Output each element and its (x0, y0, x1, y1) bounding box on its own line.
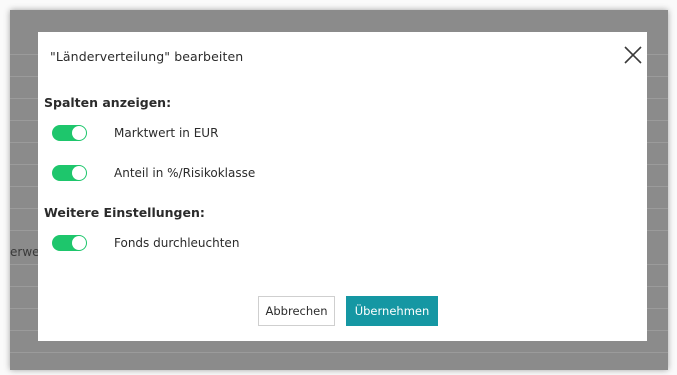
close-icon[interactable] (622, 44, 644, 66)
toggle-knob (72, 236, 86, 250)
edit-dialog: "Länderverteilung" bearbeiten Spalten an… (38, 32, 647, 341)
fonds-label: Fonds durchleuchten (114, 236, 240, 250)
marktwert-toggle[interactable] (52, 125, 87, 141)
apply-button[interactable]: Übernehmen (346, 296, 438, 326)
columns-section-heading: Spalten anzeigen: (44, 95, 172, 110)
toggle-knob (72, 126, 86, 140)
screenshot-frame: erwe "Länderverteilung" bearbeiten Spalt… (0, 0, 677, 375)
anteil-toggle[interactable] (52, 165, 87, 181)
dialog-title: "Länderverteilung" bearbeiten (50, 49, 244, 64)
background-partial-text: erwe (10, 245, 40, 259)
marktwert-label: Marktwert in EUR (114, 126, 219, 140)
anteil-label: Anteil in %/Risikoklasse (114, 166, 256, 180)
cancel-button[interactable]: Abbrechen (258, 296, 335, 326)
background-row-divider (10, 352, 668, 353)
settings-section-heading: Weitere Einstellungen: (44, 205, 205, 220)
toggle-knob (72, 166, 86, 180)
fonds-toggle[interactable] (52, 235, 87, 251)
